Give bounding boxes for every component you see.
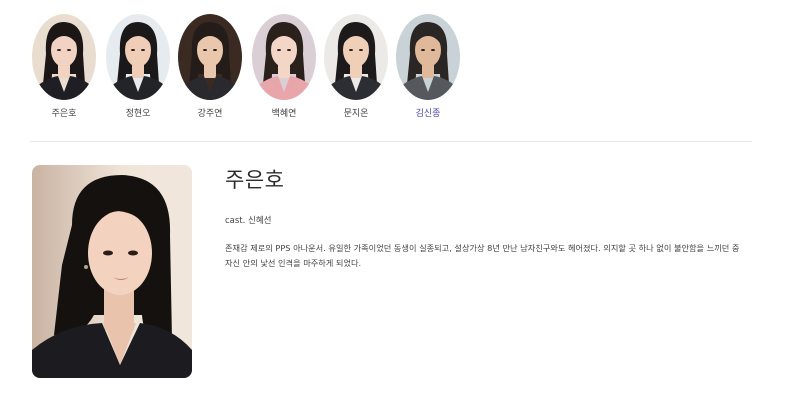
cast-actor: cast. 신혜선 [225,216,272,226]
cast-name[interactable]: 주은호 [32,108,96,120]
cast-avatar[interactable] [32,14,96,100]
cast-avatar[interactable] [324,14,388,100]
cast-avatar[interactable] [106,14,170,100]
divider [30,141,752,142]
cast-avatar[interactable] [396,14,460,100]
cast-name[interactable]: 문지온 [324,108,388,120]
cast-name[interactable]: 백혜연 [252,108,316,120]
character-description: 존재감 제로의 PPS 아나운서. 유일한 가족이었던 동생이 실종되고, 설상… [225,243,740,268]
cast-item[interactable]: 정현오 [106,14,170,120]
cast-item[interactable]: 백혜연 [252,14,316,120]
cast-item[interactable]: 주은호 [32,14,96,120]
cast-item[interactable]: 김신종 [396,14,460,120]
cast-list: 주은호 정현오 강주연 백혜연 문지온 김신종 [30,14,470,124]
profile-photo-image [32,165,192,378]
cast-name[interactable]: 강주연 [178,108,242,120]
cast-avatar[interactable] [178,14,242,100]
cast-name[interactable]: 김신종 [396,108,460,120]
cast-item[interactable]: 문지온 [324,14,388,120]
character-name: 주은호 [225,168,285,192]
cast-avatar[interactable] [252,14,316,100]
cast-name[interactable]: 정현오 [106,108,170,120]
profile-photo [32,165,192,378]
character-detail: 주은호 cast. 신혜선 존재감 제로의 PPS 아나운서. 유일한 가족이었… [225,165,755,271]
cast-item[interactable]: 강주연 [178,14,242,120]
